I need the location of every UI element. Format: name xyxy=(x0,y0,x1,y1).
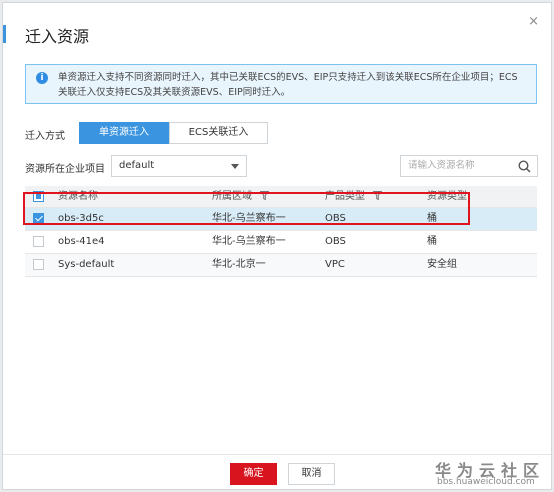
migrate-method-label: 迁入方式 xyxy=(25,131,65,142)
enterprise-project-label: 资源所在企业项目 xyxy=(25,164,105,175)
cell-resource-type: 桶 xyxy=(427,236,437,247)
tab-ecs-associated[interactable]: ECS关联迁入 xyxy=(169,122,268,144)
row-checkbox[interactable] xyxy=(33,213,44,224)
filter-icon[interactable] xyxy=(373,191,383,200)
close-icon[interactable]: × xyxy=(528,14,539,29)
cell-resource-name: Sys-default xyxy=(58,259,115,270)
confirm-button[interactable]: 确定 xyxy=(230,463,277,485)
row-checkbox[interactable] xyxy=(33,259,44,270)
info-text-line1: 单资源迁入支持不同资源同时迁入，其中已关联ECS的EVS、EIP只支持迁入到该关… xyxy=(58,72,518,83)
table-row[interactable]: obs-3d5c 华北-乌兰察布一 OBS 桶 xyxy=(25,208,537,231)
col-header-resource-type: 资源类型 xyxy=(427,191,467,202)
cell-region: 华北-北京一 xyxy=(212,259,266,270)
resource-table: 资源名称 所属区域 产品类型 资源类型 obs-3d5c 华北-乌兰察布一 OB… xyxy=(25,186,537,277)
table-row[interactable]: Sys-default 华北-北京一 VPC 安全组 xyxy=(25,254,537,277)
cancel-button[interactable]: 取消 xyxy=(288,463,335,485)
cell-region: 华北-乌兰察布一 xyxy=(212,213,286,224)
col-header-product-label: 产品类型 xyxy=(325,191,365,202)
info-icon: i xyxy=(36,72,48,84)
table-row[interactable]: obs-41e4 华北-乌兰察布一 OBS 桶 xyxy=(25,231,537,254)
title-accent-bar xyxy=(3,25,6,43)
info-banner: i 单资源迁入支持不同资源同时迁入，其中已关联ECS的EVS、EIP只支持迁入到… xyxy=(25,64,537,104)
enterprise-project-select[interactable]: default xyxy=(111,155,247,177)
cell-product-type: OBS xyxy=(325,236,346,247)
col-header-product-type: 产品类型 xyxy=(325,186,383,207)
dialog-title: 迁入资源 xyxy=(25,27,90,46)
watermark-url: bbs.huaweicloud.com xyxy=(437,477,535,487)
cell-region: 华北-乌兰察布一 xyxy=(212,236,286,247)
cell-product-type: OBS xyxy=(325,213,346,224)
info-text-line2: 关联迁入仅支持ECS及其关联资源EVS、EIP同时迁入。 xyxy=(58,87,291,98)
filter-icon[interactable] xyxy=(260,191,270,200)
table-header-row: 资源名称 所属区域 产品类型 资源类型 xyxy=(25,186,537,208)
chevron-down-icon xyxy=(231,164,239,169)
footer-divider xyxy=(3,454,551,455)
cell-resource-type: 桶 xyxy=(427,213,437,224)
resource-search-input[interactable]: 请输入资源名称 xyxy=(400,155,538,177)
cell-resource-type: 安全组 xyxy=(427,259,457,270)
select-all-checkbox[interactable] xyxy=(33,191,44,202)
search-icon[interactable] xyxy=(518,160,531,181)
tab-single-resource[interactable]: 单资源迁入 xyxy=(79,122,169,144)
cell-resource-name: obs-3d5c xyxy=(58,213,104,224)
cell-product-type: VPC xyxy=(325,259,345,270)
row-checkbox[interactable] xyxy=(33,236,44,247)
search-placeholder: 请输入资源名称 xyxy=(408,160,475,171)
migrate-resources-dialog: 迁入资源 × i 单资源迁入支持不同资源同时迁入，其中已关联ECS的EVS、EI… xyxy=(2,2,552,490)
col-header-region: 所属区域 xyxy=(212,186,270,207)
cell-resource-name: obs-41e4 xyxy=(58,236,105,247)
col-header-resource-name: 资源名称 xyxy=(58,191,98,202)
col-header-region-label: 所属区域 xyxy=(212,191,252,202)
enterprise-project-value: default xyxy=(119,160,155,171)
